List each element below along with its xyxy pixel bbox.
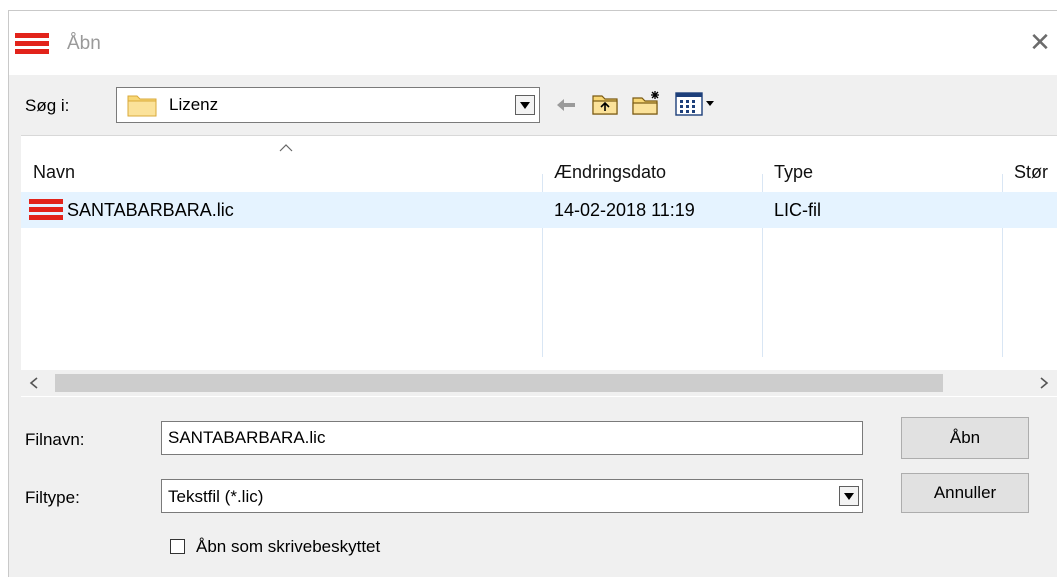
filename-label: Filnavn: <box>25 430 85 449</box>
readonly-checkbox[interactable] <box>170 539 185 554</box>
window-title: Åbn <box>67 33 101 54</box>
filetype-dropdown-button[interactable] <box>839 486 859 506</box>
close-icon[interactable]: ✕ <box>1025 27 1055 57</box>
back-arrow-icon[interactable] <box>555 97 577 113</box>
column-header-type[interactable]: Type <box>774 162 813 183</box>
table-row[interactable]: SANTABARBARA.lic 14-02-2018 11:19 LIC-fi… <box>21 192 1057 228</box>
column-header-name[interactable]: Navn <box>33 162 75 183</box>
lookin-label: Søg i: <box>25 96 70 115</box>
scrollbar-thumb[interactable] <box>55 374 943 392</box>
up-folder-icon[interactable] <box>591 91 619 117</box>
open-button[interactable]: Åbn <box>901 417 1029 459</box>
new-folder-icon[interactable] <box>631 89 663 117</box>
view-menu-icon[interactable] <box>675 91 719 117</box>
filetype-value: Tekstfil (*.lic) <box>168 487 264 506</box>
horizontal-scrollbar[interactable] <box>21 370 1057 396</box>
scroll-left-icon[interactable] <box>29 377 39 389</box>
file-name-cell: SANTABARBARA.lic <box>67 200 234 220</box>
cancel-button[interactable]: Annuller <box>901 473 1029 513</box>
filename-input[interactable] <box>161 421 863 455</box>
sort-ascending-icon <box>279 144 293 152</box>
readonly-label: Åbn som skrivebeskyttet <box>196 537 381 556</box>
file-list-view[interactable]: Navn Ændringsdato Type Stør SANTABARBARA… <box>21 135 1057 397</box>
column-header-date[interactable]: Ændringsdato <box>554 162 666 183</box>
lookin-dropdown-button[interactable] <box>515 95 535 115</box>
title-bar: Åbn ✕ <box>9 11 1057 75</box>
lookin-combobox[interactable]: Lizenz <box>116 87 540 123</box>
open-dialog: Åbn ✕ Søg i: Lizenz Navn Ændringsdato Ty… <box>8 10 1057 577</box>
app-logo-icon <box>15 33 49 54</box>
folder-icon <box>127 95 157 117</box>
scroll-right-icon[interactable] <box>1039 377 1049 389</box>
file-date-cell: 14-02-2018 11:19 <box>554 200 695 220</box>
file-type-cell: LIC-fil <box>774 200 822 220</box>
lic-file-icon <box>29 199 63 220</box>
filetype-label: Filtype: <box>25 488 80 507</box>
filetype-select[interactable]: Tekstfil (*.lic) <box>161 479 863 513</box>
lookin-value: Lizenz <box>169 95 219 114</box>
column-header-size[interactable]: Stør <box>1014 162 1048 183</box>
